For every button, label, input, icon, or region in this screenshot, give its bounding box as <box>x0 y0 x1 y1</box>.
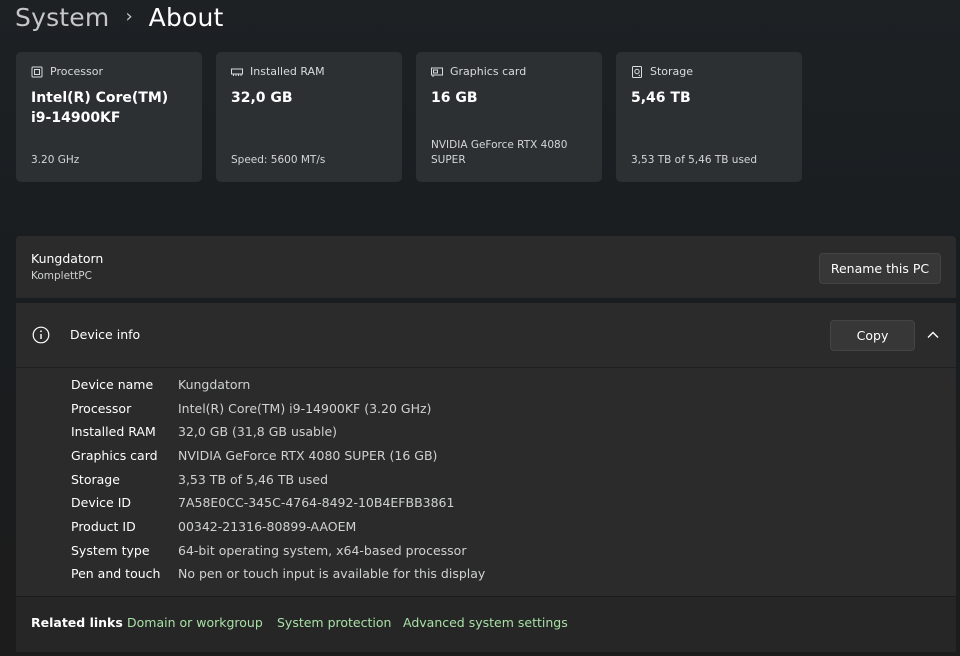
row-value: NVIDIA GeForce RTX 4080 SUPER (16 GB) <box>178 448 438 463</box>
system-protection-link[interactable]: System protection <box>277 615 391 630</box>
pc-name: Kungdatorn <box>31 251 104 266</box>
breadcrumb: System › About <box>15 0 224 34</box>
graphics-card-sub: NVIDIA GeForce RTX 4080 SUPER <box>431 139 568 166</box>
row-label: Storage <box>71 472 120 487</box>
row-value: 64-bit operating system, x64-based proce… <box>178 543 467 558</box>
advanced-system-settings-link[interactable]: Advanced system settings <box>403 615 568 630</box>
pc-name-panel: Kungdatorn KomplettPC Rename this PC <box>16 236 956 298</box>
ram-card: Installed RAM 32,0 GB Speed: 5600 MT/s <box>216 52 402 182</box>
graphics-card-icon <box>431 66 443 78</box>
chevron-up-icon[interactable] <box>926 328 940 342</box>
row-value: 00342-21316-80899-AAOEM <box>178 519 357 534</box>
graphics-card-value: 16 GB <box>431 90 478 106</box>
rename-pc-button[interactable]: Rename this PC <box>819 253 941 284</box>
related-links-title: Related links <box>31 615 123 630</box>
memory-icon <box>231 66 243 78</box>
device-info-row: Product ID 00342-21316-80899-AAOEM <box>16 519 956 539</box>
processor-card: Processor Intel(R) Core(TM) i9-14900KF 3… <box>16 52 202 182</box>
storage-card: Storage 5,46 TB 3,53 TB of 5,46 TB used <box>616 52 802 182</box>
row-label: Product ID <box>71 519 136 534</box>
row-label: Device ID <box>71 495 132 510</box>
storage-card-label: Storage <box>650 65 694 78</box>
row-value: 32,0 GB (31,8 GB usable) <box>178 424 338 439</box>
graphics-card: Graphics card 16 GB NVIDIA GeForce RTX 4… <box>416 52 602 182</box>
row-value: Intel(R) Core(TM) i9-14900KF (3.20 GHz) <box>178 401 432 416</box>
row-value: No pen or touch input is available for t… <box>178 566 486 581</box>
row-label: Pen and touch <box>71 566 161 581</box>
row-label: Device name <box>71 377 154 392</box>
pc-model: KomplettPC <box>31 270 92 282</box>
device-info-row: Installed RAM 32,0 GB (31,8 GB usable) <box>16 424 956 444</box>
processor-card-value: Intel(R) Core(TM) i9-14900KF <box>31 90 169 126</box>
row-value: 7A58E0CC-345C-4764-8492-10B4EFBB3861 <box>178 495 455 510</box>
storage-card-sub: 3,53 TB of 5,46 TB used <box>631 154 758 166</box>
row-label: Installed RAM <box>71 424 156 439</box>
page-title: About <box>148 2 224 32</box>
device-info-header[interactable]: Device info Copy <box>16 303 956 368</box>
related-links-panel: Related links Domain or workgroup System… <box>16 597 956 652</box>
device-info-row: Graphics card NVIDIA GeForce RTX 4080 SU… <box>16 448 956 468</box>
device-info-row: Device ID 7A58E0CC-345C-4764-8492-10B4EF… <box>16 495 956 515</box>
info-icon <box>32 326 50 344</box>
device-info-row: Device name Kungdatorn <box>16 377 956 397</box>
row-label: Processor <box>71 401 132 416</box>
processor-card-label: Processor <box>50 65 103 78</box>
processor-chip-icon <box>31 66 43 78</box>
device-info-row: Pen and touch No pen or touch input is a… <box>16 566 956 586</box>
processor-card-sub: 3.20 GHz <box>31 154 80 166</box>
storage-drive-icon <box>631 65 643 78</box>
device-info-row: System type 64-bit operating system, x64… <box>16 543 956 563</box>
row-value: Kungdatorn <box>178 377 251 392</box>
copy-button[interactable]: Copy <box>830 320 915 351</box>
row-label: System type <box>71 543 150 558</box>
breadcrumb-system-link[interactable]: System <box>15 3 109 32</box>
domain-or-workgroup-link[interactable]: Domain or workgroup <box>127 615 263 630</box>
row-value: 3,53 TB of 5,46 TB used <box>178 472 329 487</box>
ram-card-sub: Speed: 5600 MT/s <box>231 154 326 166</box>
device-info-row: Storage 3,53 TB of 5,46 TB used <box>16 472 956 492</box>
row-label: Graphics card <box>71 448 158 463</box>
graphics-card-label: Graphics card <box>450 65 527 78</box>
device-info-row: Processor Intel(R) Core(TM) i9-14900KF (… <box>16 401 956 421</box>
ram-card-label: Installed RAM <box>250 65 325 78</box>
device-info-title: Device info <box>70 327 141 342</box>
ram-card-value: 32,0 GB <box>231 90 293 106</box>
breadcrumb-chevron-icon: › <box>125 5 133 27</box>
device-info-panel: Device info Copy Device name Kungdatorn … <box>16 303 956 596</box>
storage-card-value: 5,46 TB <box>631 90 691 106</box>
